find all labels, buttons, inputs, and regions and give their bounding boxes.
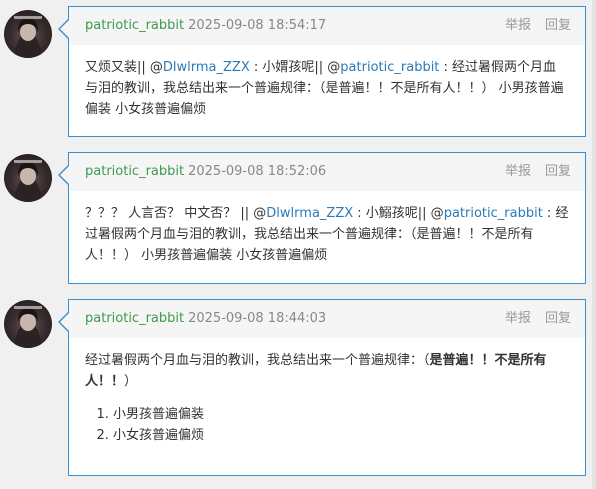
reply-button[interactable]: 回复 <box>545 311 571 326</box>
report-button[interactable]: 举报 <box>505 18 531 33</box>
author-name[interactable]: patriotic_rabbit <box>85 164 184 179</box>
avatar[interactable] <box>4 300 52 348</box>
comment-body: ？？？ 人言否？ 中文否？ || @Dlwlrma_ZZX : 小鰯孩呢|| @… <box>69 191 585 276</box>
comment-text: : 小鰯孩呢|| @ <box>353 206 444 221</box>
avatar[interactable] <box>4 10 52 58</box>
mention-link[interactable]: Dlwlrma_ZZX <box>163 60 250 75</box>
scrollbar-track[interactable] <box>592 0 596 489</box>
comment-card: patriotic_rabbit 2025-09-08 18:44:03 举报 回复… <box>58 299 586 476</box>
report-button[interactable]: 举报 <box>505 311 531 326</box>
comment-text: 经过暑假两个月血与泪的教训，我总结出来一个普遍规律：（ <box>85 353 430 368</box>
card-pointer-fill <box>60 313 69 331</box>
avatar-image-icon <box>14 160 42 202</box>
report-button[interactable]: 举报 <box>505 164 531 179</box>
avatar[interactable] <box>4 154 52 202</box>
author-name[interactable]: patriotic_rabbit <box>85 311 184 326</box>
mention-link[interactable]: patriotic_rabbit <box>340 60 439 75</box>
author-name[interactable]: patriotic_rabbit <box>85 18 184 33</box>
reply-button[interactable]: 回复 <box>545 18 571 33</box>
list-item: 小男孩普遍偏装 <box>113 404 569 425</box>
comment-card: patriotic_rabbit 2025-09-08 18:54:17 举报 回复… <box>58 6 586 137</box>
avatar-image-icon <box>14 16 42 58</box>
comment-header: patriotic_rabbit 2025-09-08 18:54:17 举报 回复 <box>69 7 585 45</box>
comment-date: 2025-09-08 18:44:03 <box>188 311 327 326</box>
comment-text: ） <box>124 374 138 389</box>
comment-header: patriotic_rabbit 2025-09-08 18:44:03 举报 回复 <box>69 300 585 338</box>
avatar-image-icon <box>14 306 42 348</box>
comment-header: patriotic_rabbit 2025-09-08 18:52:06 举报 回复 <box>69 153 585 191</box>
comment-body: 经过暑假两个月血与泪的教训，我总结出来一个普遍规律：（是普遍！！不是所有人！！）… <box>69 338 585 456</box>
comment-text: : 小媦孩呢|| @ <box>249 60 341 75</box>
comment-date: 2025-09-08 18:54:17 <box>188 18 327 33</box>
comment-paragraph: 经过暑假两个月血与泪的教训，我总结出来一个普遍规律：（是普遍！！不是所有人！！） <box>85 350 569 392</box>
comment-card: patriotic_rabbit 2025-09-08 18:52:06 举报 回复… <box>58 152 586 284</box>
mention-link[interactable]: patriotic_rabbit <box>444 206 543 221</box>
card-pointer-fill <box>60 20 69 38</box>
card-pointer-fill <box>60 166 69 184</box>
comment-text: 又烦又装|| @ <box>85 60 163 75</box>
comment-text: ？？？ 人言否？ 中文否？ || @ <box>85 206 267 221</box>
mention-link[interactable]: Dlwlrma_ZZX <box>266 206 353 221</box>
comment-list: 小男孩普遍偏装 小女孩普遍偏烦 <box>85 404 569 446</box>
reply-button[interactable]: 回复 <box>545 164 571 179</box>
comment-body: 又烦又装|| @Dlwlrma_ZZX : 小媦孩呢|| @patriotic_… <box>69 45 585 130</box>
comment-date: 2025-09-08 18:52:06 <box>188 164 327 179</box>
list-item: 小女孩普遍偏烦 <box>113 425 569 446</box>
